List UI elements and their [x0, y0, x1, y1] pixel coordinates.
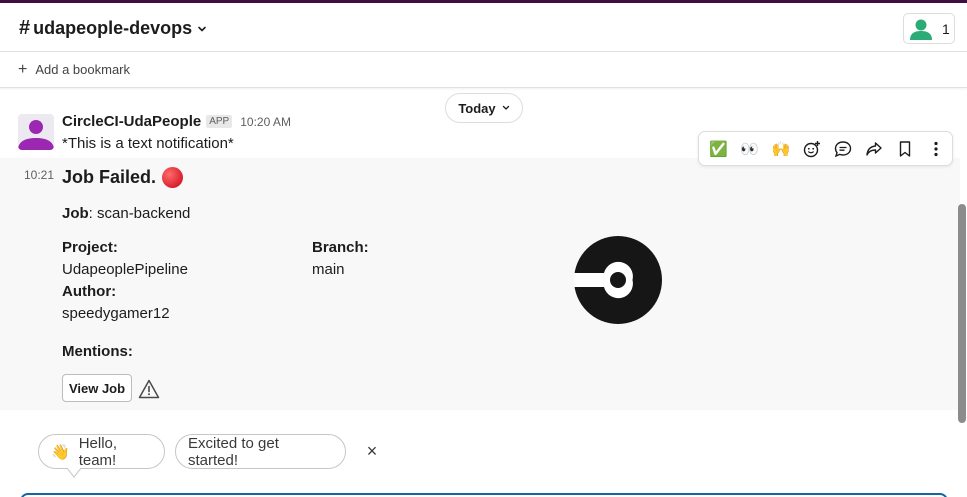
suggestion-hello-team[interactable]: 👋 Hello, team! — [38, 434, 165, 469]
date-divider-label: Today — [458, 100, 496, 116]
more-vertical-icon — [934, 141, 939, 156]
job-value: : scan-backend — [88, 205, 191, 222]
share-arrow-icon — [866, 141, 882, 156]
message-actions-bar: ✅ 👀 🙌 — [698, 131, 953, 166]
dismiss-suggestions-close-icon[interactable]: × — [364, 441, 380, 461]
message-composer[interactable] — [20, 493, 948, 497]
hovered-message-background — [0, 158, 960, 410]
warning-icon[interactable] — [138, 378, 160, 400]
check-mark-emoji-icon: ✅ — [709, 140, 728, 158]
channel-name-button[interactable]: # udapeople-devops — [19, 17, 208, 40]
circleci-logo-icon — [574, 236, 662, 324]
red-circle-icon — [162, 167, 184, 188]
message-list-scrollbar[interactable] — [958, 204, 966, 423]
waving-hand-icon: 👋 — [51, 443, 70, 461]
sender-avatar[interactable] — [18, 114, 54, 150]
thread-icon — [834, 140, 852, 157]
branch-value: main — [312, 261, 345, 278]
member-avatar-icon — [910, 19, 932, 40]
mentions-label: Mentions: — [62, 343, 133, 360]
suggestion-pointer — [67, 468, 81, 478]
date-divider-button[interactable]: Today — [445, 93, 523, 123]
branch-label: Branch: — [312, 239, 369, 256]
channel-name: udapeople-devops — [33, 18, 193, 38]
react-eyes-button[interactable]: 👀 — [734, 133, 765, 164]
more-actions-button[interactable] — [921, 133, 952, 164]
channel-header: # udapeople-devops 1 — [0, 3, 967, 52]
project-value: UdapeoplePipeline — [62, 261, 188, 278]
author-value: speedygamer12 — [62, 305, 170, 322]
members-button[interactable]: 1 — [903, 13, 955, 44]
add-bookmark-button[interactable]: + Add a bookmark — [18, 60, 131, 78]
add-bookmark-label: Add a bookmark — [35, 62, 131, 77]
attachment-timestamp[interactable]: 10:21 — [24, 168, 54, 182]
react-raised-hands-button[interactable]: 🙌 — [765, 133, 796, 164]
add-reaction-icon — [803, 140, 820, 157]
member-count: 1 — [942, 20, 950, 37]
raised-hands-emoji-icon: 🙌 — [771, 140, 791, 158]
forward-message-button[interactable] — [859, 133, 890, 164]
channel-hash: # — [19, 17, 31, 39]
chevron-down-icon — [198, 26, 206, 32]
message-text: *This is a text notification* — [62, 135, 234, 152]
message-timestamp[interactable]: 10:20 AM — [240, 115, 291, 129]
job-status-title: Job Failed. — [62, 167, 184, 188]
app-badge: APP — [206, 115, 233, 128]
job-line: Job: scan-backend — [62, 205, 190, 222]
suggestion-excited[interactable]: Excited to get started! — [175, 434, 346, 469]
view-job-button[interactable]: View Job — [62, 374, 132, 402]
project-label: Project: — [62, 239, 118, 256]
eyes-emoji-icon: 👀 — [740, 140, 760, 158]
message-header: CircleCI-UdaPeople APP 10:20 AM — [62, 113, 291, 130]
plus-icon: + — [18, 60, 28, 78]
sender-name[interactable]: CircleCI-UdaPeople — [62, 113, 201, 130]
react-check-button[interactable]: ✅ — [703, 133, 734, 164]
add-reaction-button[interactable] — [796, 133, 827, 164]
bookmark-bar: + Add a bookmark — [0, 52, 967, 88]
suggestion-hello-label: Hello, team! — [78, 434, 118, 469]
job-status-text: Job Failed. — [62, 167, 157, 187]
bookmark-icon — [900, 140, 911, 157]
author-label: Author: — [62, 283, 117, 300]
chevron-down-icon — [502, 105, 509, 110]
job-label: Job — [62, 205, 89, 222]
user-avatar-icon — [18, 114, 54, 150]
save-for-later-button[interactable] — [890, 133, 921, 164]
reply-in-thread-button[interactable] — [828, 133, 859, 164]
